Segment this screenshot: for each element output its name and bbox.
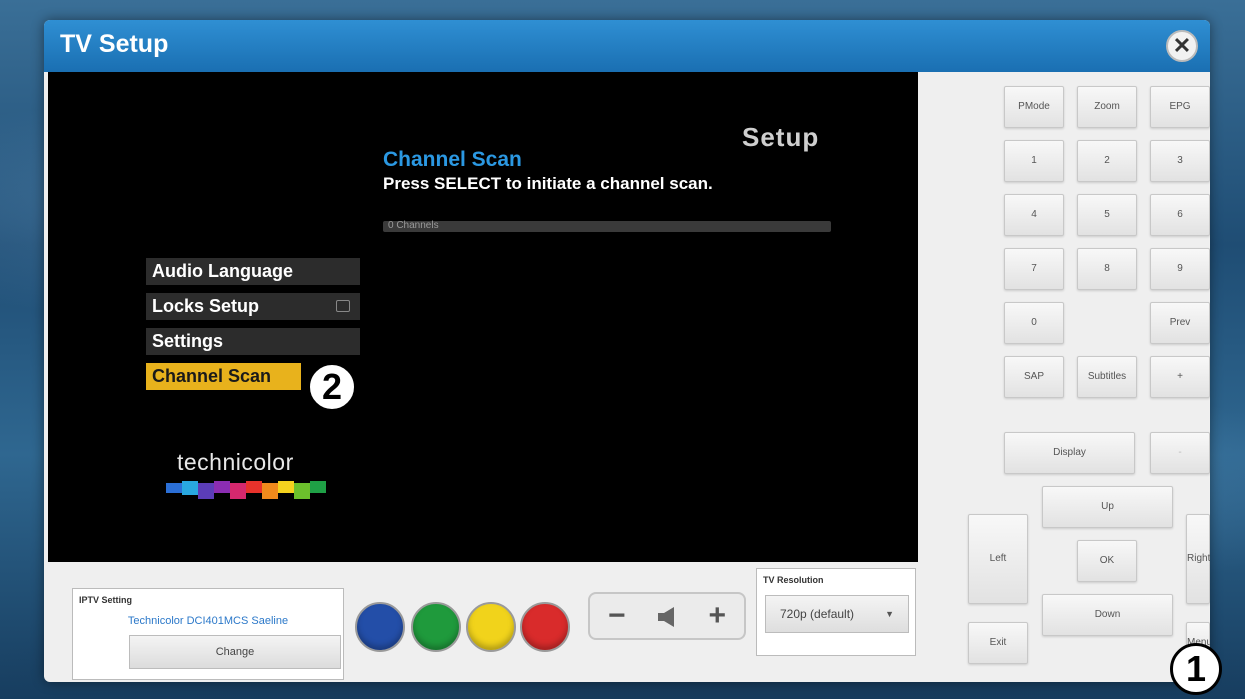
menu-item-audio-language[interactable]: Audio Language xyxy=(146,258,360,285)
key-8[interactable]: 8 xyxy=(1077,248,1137,290)
volume-up-button[interactable]: + xyxy=(708,598,726,634)
volume-control: − + xyxy=(588,592,746,640)
right-button[interactable]: Right xyxy=(1186,514,1210,604)
remote-keypad: PMode Zoom EPG 1 2 3 4 5 6 7 8 9 0 Prev … xyxy=(920,72,1210,682)
red-button[interactable] xyxy=(520,602,570,652)
tv-resolution-select[interactable]: 720p (default) ▼ xyxy=(765,595,909,633)
key-4[interactable]: 4 xyxy=(1004,194,1064,236)
callout-badge-1: 1 xyxy=(1170,643,1222,695)
key-2[interactable]: 2 xyxy=(1077,140,1137,182)
epg-button[interactable]: EPG xyxy=(1150,86,1210,128)
iptv-setting-panel: IPTV Setting Technicolor DCI401MCS Saeli… xyxy=(72,588,344,680)
tv-resolution-panel: TV Resolution 720p (default) ▼ xyxy=(756,568,916,656)
iptv-setting-label: IPTV Setting xyxy=(79,595,133,605)
pmode-button[interactable]: PMode xyxy=(1004,86,1064,128)
tv-screen: Setup Channel Scan Press SELECT to initi… xyxy=(48,72,918,562)
technicolor-logo-text: technicolor xyxy=(177,449,294,475)
menu-item-channel-scan[interactable]: Channel Scan xyxy=(146,363,301,390)
lock-icon xyxy=(336,300,350,312)
channel-down-button[interactable]: - xyxy=(1150,432,1210,474)
subtitles-button[interactable]: Subtitles xyxy=(1077,356,1137,398)
key-0[interactable]: 0 xyxy=(1004,302,1064,344)
mute-speaker-icon[interactable] xyxy=(656,606,680,628)
callout-badge-2: 2 xyxy=(307,362,357,412)
key-1[interactable]: 1 xyxy=(1004,140,1064,182)
menu-item-locks-setup[interactable]: Locks Setup xyxy=(146,293,360,320)
channel-up-button[interactable]: + xyxy=(1150,356,1210,398)
change-button[interactable]: Change xyxy=(129,635,341,669)
up-button[interactable]: Up xyxy=(1042,486,1173,528)
bottom-control-bar: IPTV Setting Technicolor DCI401MCS Saeli… xyxy=(44,562,918,682)
exit-button[interactable]: Exit xyxy=(968,622,1028,664)
key-3[interactable]: 3 xyxy=(1150,140,1210,182)
setup-heading: Setup xyxy=(742,122,820,152)
window-title: TV Setup xyxy=(60,30,169,58)
down-button[interactable]: Down xyxy=(1042,594,1173,636)
volume-down-button[interactable]: − xyxy=(608,598,626,634)
menu-item-label: Locks Setup xyxy=(152,296,260,316)
channels-count: 0 Channels xyxy=(388,220,439,231)
channel-scan-title: Channel Scan xyxy=(383,148,522,171)
tv-setup-window: TV Setup ✕ Setup Channel Scan Press SELE… xyxy=(44,20,1210,682)
green-button[interactable] xyxy=(411,602,461,652)
left-button[interactable]: Left xyxy=(968,514,1028,604)
key-6[interactable]: 6 xyxy=(1150,194,1210,236)
display-button[interactable]: Display xyxy=(1004,432,1135,474)
key-9[interactable]: 9 xyxy=(1150,248,1210,290)
yellow-button[interactable] xyxy=(466,602,516,652)
menu-item-settings[interactable]: Settings xyxy=(146,328,360,355)
iptv-device-name: Technicolor DCI401MCS Saeline xyxy=(127,615,289,627)
tv-resolution-value: 720p (default) xyxy=(780,607,855,621)
title-bar: TV Setup ✕ xyxy=(44,20,1210,72)
tv-resolution-label: TV Resolution xyxy=(763,575,824,585)
prev-button[interactable]: Prev xyxy=(1150,302,1210,344)
sap-button[interactable]: SAP xyxy=(1004,356,1064,398)
key-5[interactable]: 5 xyxy=(1077,194,1137,236)
key-7[interactable]: 7 xyxy=(1004,248,1064,290)
blue-button[interactable] xyxy=(355,602,405,652)
scan-progress-bar: 0 Channels xyxy=(383,220,831,232)
zoom-button[interactable]: Zoom xyxy=(1077,86,1137,128)
ok-button[interactable]: OK xyxy=(1077,540,1137,582)
channel-scan-description: Press SELECT to initiate a channel scan. xyxy=(383,174,713,193)
technicolor-logo-icon xyxy=(166,481,326,499)
close-button[interactable]: ✕ xyxy=(1166,30,1198,62)
dropdown-arrow-icon: ▼ xyxy=(885,609,894,619)
